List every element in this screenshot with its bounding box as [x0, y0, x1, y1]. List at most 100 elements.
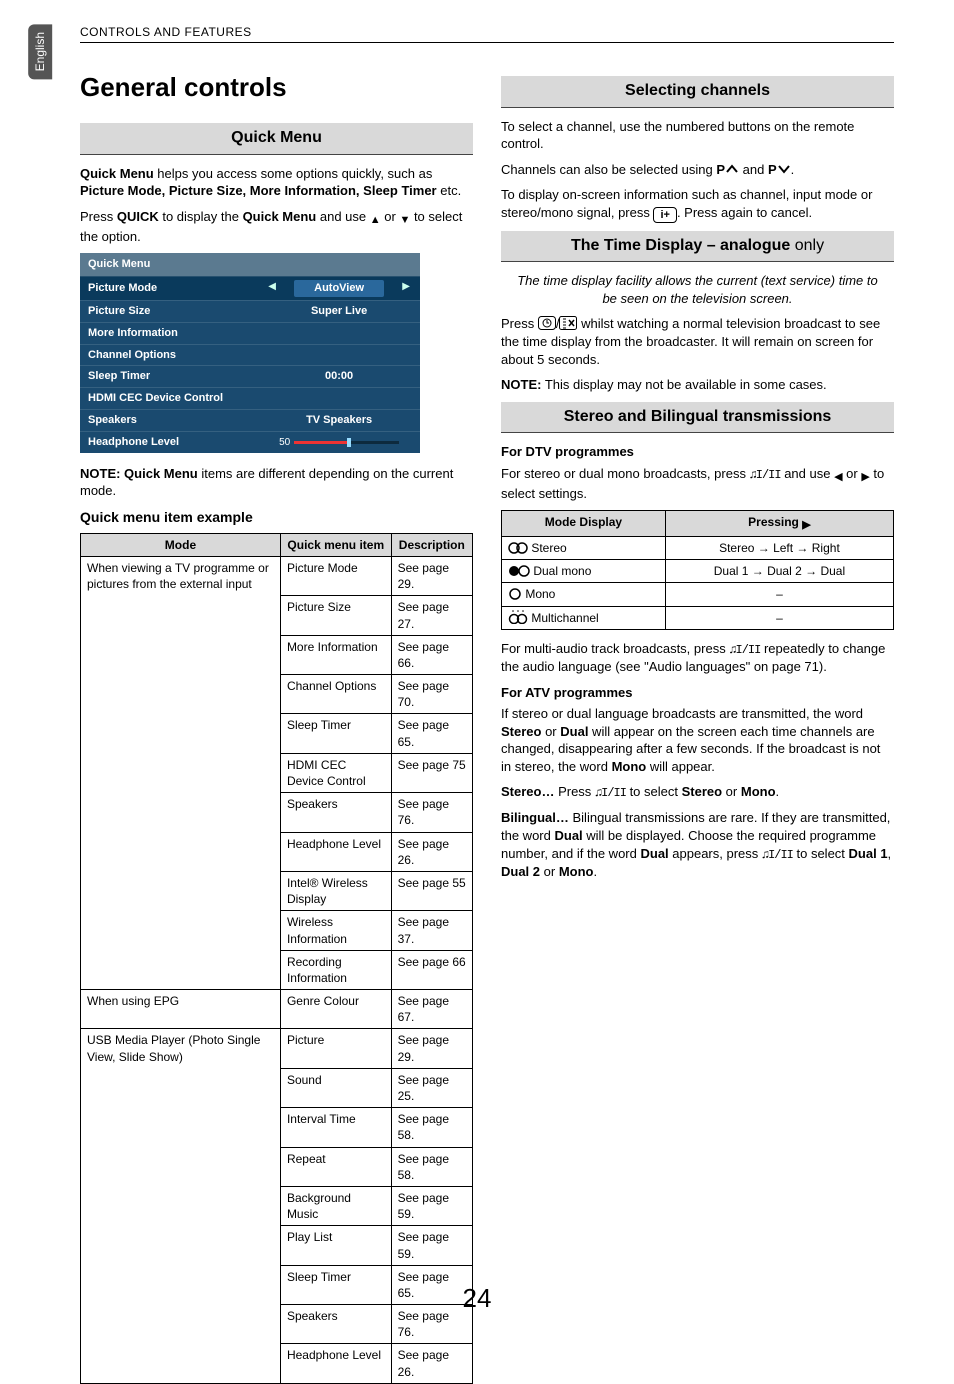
- arrow-right-icon: ▶: [861, 470, 869, 485]
- cell-item: Speakers: [280, 793, 391, 832]
- dualmono-icon: [508, 565, 530, 577]
- osd-title: Quick Menu: [80, 253, 420, 276]
- table-row: USB Media Player (Photo Single View, Sli…: [81, 1029, 473, 1068]
- arrow-down-icon: ▼: [399, 213, 410, 228]
- th-item: Quick menu item: [280, 533, 391, 556]
- osd-row-value: 00:00: [266, 369, 412, 384]
- t: and use: [781, 466, 835, 481]
- header-rule: [80, 42, 894, 43]
- t: to select: [626, 784, 682, 799]
- t: . Press again to cancel.: [677, 205, 812, 220]
- t: Quick Menu: [80, 166, 154, 181]
- time-p1: Press / whilst watching a normal televis…: [501, 315, 894, 368]
- t: or: [722, 784, 741, 799]
- osd-row-value: Super Live: [266, 304, 412, 319]
- arrow-up-icon: ▲: [370, 213, 381, 228]
- audio-mode-icon: ♫I/II: [595, 786, 626, 800]
- cell-item: Intel® Wireless Display: [280, 871, 391, 910]
- quick-menu-item-table: Mode Quick menu item Description When vi…: [80, 533, 473, 1384]
- arrow-right-icon: ▶: [802, 518, 810, 533]
- t: For multi-audio track broadcasts, press: [501, 641, 729, 656]
- sel-p1: To select a channel, use the numbered bu…: [501, 118, 894, 153]
- section-selecting-channels: Selecting channels: [501, 76, 894, 108]
- t: Press: [501, 316, 538, 331]
- cell-desc: See page 75: [391, 753, 472, 792]
- table-row: Dual monoDual 1 → Dual 2 → Dual: [502, 560, 894, 583]
- p-up-label: P: [716, 162, 739, 177]
- table-row: When using EPGGenre ColourSee page 67.: [81, 990, 473, 1029]
- sel-p2: Channels can also be selected using P an…: [501, 161, 894, 179]
- cell-desc: See page 66: [391, 950, 472, 989]
- osd-row: Picture Mode◀AutoView▶: [80, 276, 420, 300]
- audio-mode-icon: ♫I/II: [762, 848, 793, 862]
- cell-desc: See page 26.: [391, 832, 472, 871]
- osd-row: HDMI CEC Device Control: [80, 387, 420, 409]
- mode-display-table: Mode Display Pressing ▶ StereoStereo → L…: [501, 510, 894, 630]
- cell-mode: When viewing a TV programme or pictures …: [81, 556, 281, 989]
- cell-item: Picture Mode: [280, 556, 391, 595]
- section-quick-menu: Quick Menu: [80, 123, 473, 155]
- cell-desc: See page 58.: [391, 1108, 472, 1147]
- cell-desc: See page 26.: [391, 1344, 472, 1383]
- mono-icon: [508, 588, 522, 600]
- t: or: [540, 864, 559, 879]
- cell-item: Play List: [280, 1226, 391, 1265]
- section-time-display: The Time Display – analogue only: [501, 231, 894, 263]
- t: appears, press: [669, 846, 762, 861]
- th-pressing: Pressing ▶: [665, 511, 893, 537]
- cell-pressing: –: [665, 606, 893, 629]
- audio-mode-icon: ♫I/II: [729, 643, 760, 657]
- cell-desc: See page 55: [391, 871, 472, 910]
- th-mode-display: Mode Display: [502, 511, 666, 537]
- cell-pressing: –: [665, 583, 893, 606]
- cell-desc: See page 29.: [391, 556, 472, 595]
- t: Channels can also be selected using: [501, 162, 716, 177]
- cell-desc: See page 65.: [391, 714, 472, 753]
- cell-mode-display: Dual mono: [502, 560, 666, 583]
- section-stereo-bilingual: Stereo and Bilingual transmissions: [501, 402, 894, 434]
- t: Dual: [554, 828, 582, 843]
- cell-item: Picture Size: [280, 596, 391, 635]
- osd-row-label: Picture Size: [88, 304, 266, 319]
- cell-item: Recording Information: [280, 950, 391, 989]
- osd-row-label: Channel Options: [88, 348, 266, 363]
- t: to display the: [159, 209, 243, 224]
- t: and use: [316, 209, 370, 224]
- cell-desc: See page 27.: [391, 596, 472, 635]
- t: NOTE:: [501, 377, 541, 392]
- osd-row: More Information: [80, 322, 420, 344]
- qm-example-heading: Quick menu item example: [80, 508, 473, 527]
- page-title: General controls: [80, 70, 473, 105]
- t: ,: [888, 846, 892, 861]
- running-header: CONTROLS AND FEATURES: [80, 24, 252, 40]
- t: only: [790, 237, 824, 254]
- osd-row-value: TV Speakers: [266, 413, 412, 428]
- page-content: General controls Quick Menu Quick Menu h…: [80, 70, 894, 1262]
- stereo-icon: [508, 542, 528, 554]
- t: to select: [793, 846, 849, 861]
- right-column: Selecting channels To select a channel, …: [501, 70, 894, 1262]
- table-row: Multichannel–: [502, 606, 894, 629]
- cell-item: Interval Time: [280, 1108, 391, 1147]
- osd-row: SpeakersTV Speakers: [80, 409, 420, 431]
- t: Dual 2: [501, 864, 540, 879]
- t: Stereo: [501, 724, 541, 739]
- cell-item: Headphone Level: [280, 1344, 391, 1383]
- audio-mode-icon: ♫I/II: [750, 468, 781, 482]
- t: Dual: [560, 724, 588, 739]
- cell-item: Repeat: [280, 1147, 391, 1186]
- t: Dual: [640, 846, 668, 861]
- t: Mono: [559, 864, 594, 879]
- cell-item: Sleep Timer: [280, 714, 391, 753]
- t: This display may not be available in som…: [541, 377, 826, 392]
- cell-item: Wireless Information: [280, 911, 391, 950]
- atv-stereo-line: Stereo… Press ♫I/II to select Stereo or …: [501, 783, 894, 801]
- osd-row: Channel Options: [80, 344, 420, 366]
- osd-row-label: Headphone Level: [88, 435, 266, 450]
- left-column: General controls Quick Menu Quick Menu h…: [80, 70, 473, 1262]
- th-mode: Mode: [81, 533, 281, 556]
- t: helps you access some options quickly, s…: [154, 166, 433, 181]
- t: Picture Mode, Picture Size, More Informa…: [80, 183, 437, 198]
- cell-desc: See page 29.: [391, 1029, 472, 1068]
- time-note: NOTE: This display may not be available …: [501, 376, 894, 394]
